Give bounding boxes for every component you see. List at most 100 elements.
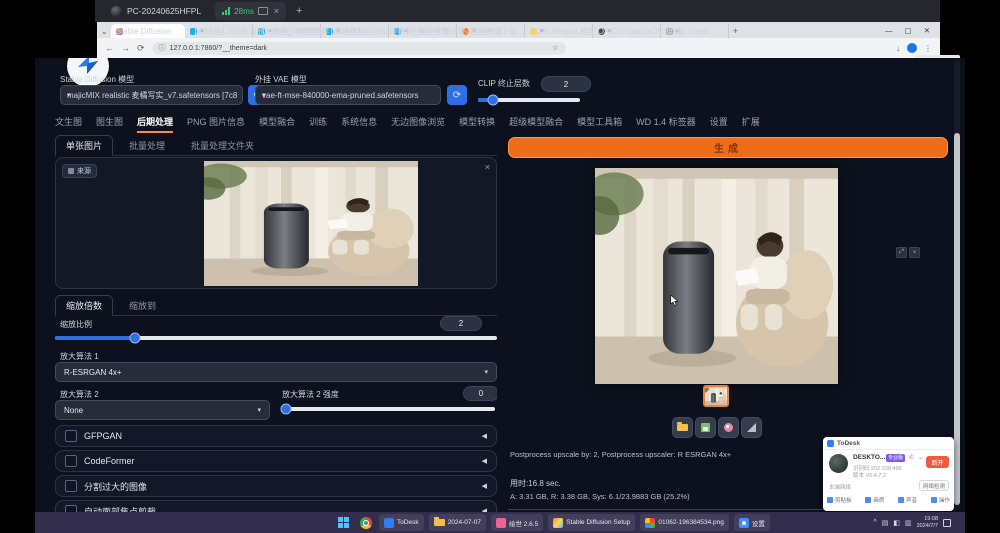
volume-icon[interactable]: ▤ [882, 519, 889, 527]
maximize-button[interactable]: ▢ [905, 26, 912, 35]
phone-icon[interactable]: ✆ [909, 454, 914, 461]
gallery-thumbnail[interactable] [703, 385, 729, 407]
taskbar-image-file[interactable]: 01062-196384534.png [640, 514, 728, 531]
url-bar[interactable]: ⓘ 127.0.0.1:7860/?__theme=dark ☆ [152, 42, 566, 55]
tab-wd14-tagger[interactable]: WD 1.4 标签器 [636, 115, 696, 133]
taskbar-launcher[interactable]: 绘世 2.6.5 [491, 514, 543, 531]
upscaler2-dropdown[interactable]: None ▾ [55, 400, 270, 420]
vae-dropdown[interactable]: vae-ft-mse-840000-ema-pruned.safetensors… [255, 85, 441, 105]
tab-model-toolkit[interactable]: 模型工具箱 [577, 115, 622, 133]
checkbox[interactable] [65, 430, 77, 442]
subtab-scale-to[interactable]: 缩放到 [119, 296, 166, 315]
tab-txt2img[interactable]: 文生图 [55, 115, 82, 133]
page-scrollbar[interactable] [954, 60, 960, 510]
browser-tab[interactable]: 登录 - Login× [661, 24, 729, 38]
browser-tab[interactable]: SDXL-Magna 模型× [525, 24, 593, 38]
quality-action[interactable]: 画质 [865, 496, 884, 504]
tab-settings[interactable]: 设置 [710, 115, 728, 133]
tab-img2img[interactable]: 图生图 [96, 115, 123, 133]
tray-expand-icon[interactable]: ^ [873, 519, 876, 526]
expand-image-button[interactable]: ⤢ [896, 247, 907, 258]
taskbar-folder[interactable]: 2024-07-07 [429, 514, 486, 531]
tab-checkpoint-merger[interactable]: 模型融合 [259, 115, 295, 133]
start-button[interactable] [335, 514, 352, 531]
tab-super-merger[interactable]: 超级模型融合 [509, 115, 563, 133]
menu-icon[interactable]: ⋮ [924, 44, 932, 53]
close-image-button[interactable]: × [909, 247, 920, 258]
browser-tab[interactable]: AI绘画资源下载× [457, 24, 525, 38]
browser-tab[interactable]: 【AI绘画】模型推荐_哔哩哔哩× [253, 24, 321, 38]
download-icon[interactable]: ↓ [896, 44, 900, 53]
taskbar-sd-setup[interactable]: Stable Diffusion Setup [548, 514, 635, 531]
scale-ratio-slider[interactable] [55, 336, 497, 340]
chrome-taskbar-button[interactable] [357, 514, 374, 531]
back-icon[interactable]: ← [105, 43, 114, 53]
subtab-batch-process[interactable]: 批量处理 [119, 136, 175, 155]
notification-icon[interactable] [943, 519, 951, 527]
accordion-gfpgan[interactable]: GFPGAN ◀ [55, 425, 497, 447]
tab-search-icon[interactable]: ⌄ [101, 27, 108, 36]
clear-image-icon[interactable]: × [485, 162, 490, 172]
forward-icon[interactable]: → [121, 43, 130, 53]
close-window-button[interactable]: ✕ [924, 26, 930, 35]
collapse-arrow-icon[interactable]: ◀ [482, 432, 487, 440]
session-tab[interactable]: PC-20240625HFPL [103, 2, 209, 20]
accordion-codeformer[interactable]: CodeFormer ◀ [55, 450, 497, 472]
taskbar-settings[interactable]: 设置 [734, 514, 770, 531]
generate-button[interactable]: 生成 [508, 137, 948, 158]
slider-handle[interactable] [129, 333, 140, 344]
collapse-arrow-icon[interactable]: ◀ [482, 482, 487, 490]
tab-extras[interactable]: 后期处理 [137, 115, 173, 133]
subtab-scale-by[interactable]: 缩放倍数 [55, 295, 113, 316]
upscaler1-dropdown[interactable]: R-ESRGAN 4x+ ▾ [55, 362, 497, 382]
checkbox[interactable] [65, 480, 77, 492]
scrollbar-thumb[interactable] [954, 133, 960, 505]
new-tab-button[interactable]: + [733, 26, 738, 36]
scale-ratio-value[interactable]: 2 [440, 316, 482, 331]
network-check-button[interactable]: 网络检测 [919, 480, 949, 491]
browser-tab[interactable]: OAICo - packyiOYStudio× [593, 24, 661, 38]
tab-system-info[interactable]: 系统信息 [341, 115, 377, 133]
network-icon[interactable]: ◧ [893, 519, 900, 527]
clipboard-action[interactable]: 剪贴板 [827, 496, 852, 504]
close-session-icon[interactable]: × [274, 6, 279, 16]
todesk-popup-header[interactable]: ToDesk [823, 437, 954, 450]
reload-icon[interactable]: ⟳ [137, 43, 145, 54]
clip-skip-value[interactable]: 2 [541, 76, 591, 92]
clip-skip-slider[interactable] [478, 98, 580, 102]
checkbox[interactable] [65, 505, 77, 512]
upscaler2-strength-value[interactable]: 0 [463, 386, 497, 401]
latency-tab[interactable]: 28ms × [215, 2, 286, 20]
disconnect-button[interactable]: 断开 [926, 456, 949, 468]
new-session-button[interactable]: + [296, 5, 302, 17]
battery-icon[interactable]: ▥ [905, 519, 912, 527]
browser-tab[interactable]: 【AI绘画】参数设置_哔哩哔哩× [389, 24, 457, 38]
tab-train[interactable]: 训练 [309, 115, 327, 133]
browser-tab[interactable]: 【AI绘画】SD高清放大教程_哔哩哔哩× [185, 24, 253, 38]
browser-tab-active[interactable]: Stable Diffusion [111, 24, 185, 38]
ruler-button[interactable] [741, 417, 762, 438]
tab-extensions[interactable]: 扩展 [742, 115, 760, 133]
result-image[interactable] [595, 168, 838, 384]
bookmark-star-icon[interactable]: ☆ [552, 44, 558, 52]
profile-avatar[interactable] [907, 43, 917, 53]
upscaler2-strength-slider[interactable] [282, 407, 495, 411]
taskbar-todesk[interactable]: ToDesk [379, 514, 424, 531]
tab-model-converter[interactable]: 模型转换 [459, 115, 495, 133]
browser-tab[interactable]: 【AI绘画】后期处理教程_哔哩哔哩× [321, 24, 389, 38]
subtab-single-image[interactable]: 单张图片 [55, 135, 113, 156]
refresh-vae-button[interactable]: ⟳ [447, 85, 467, 105]
tab-png-info[interactable]: PNG 图片信息 [187, 115, 245, 133]
more-action[interactable]: 操作 [931, 496, 950, 504]
tab-image-browser[interactable]: 无边图像浏览 [391, 115, 445, 133]
minimize-button[interactable]: — [885, 26, 893, 35]
open-folder-button[interactable] [672, 417, 693, 438]
save-button[interactable] [695, 417, 716, 438]
collapse-arrow-icon[interactable]: ◀ [482, 457, 487, 465]
chevron-down-icon[interactable]: ⌄ [918, 454, 923, 461]
accordion-auto-face-crop[interactable]: 自动面部焦点剪裁 ◀ [55, 500, 497, 512]
sound-action[interactable]: 声音 [898, 496, 917, 504]
subtab-batch-folder[interactable]: 批量处理文件夹 [181, 136, 264, 155]
palette-button[interactable] [718, 417, 739, 438]
source-image-panel[interactable]: 来源 × [55, 157, 497, 289]
